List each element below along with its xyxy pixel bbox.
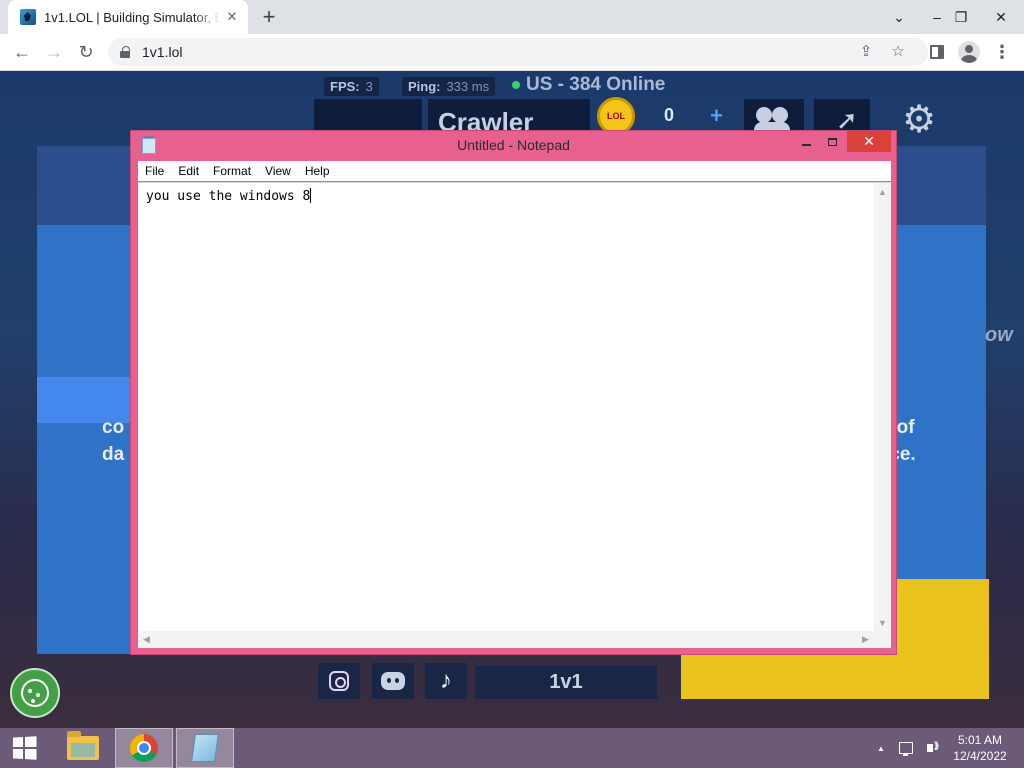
tiktok-button[interactable]: ♪ [425,663,467,699]
social-handle[interactable]: 1v1 [475,666,657,699]
system-clock[interactable]: 5:01 AM 12/4/2022 [944,732,1016,764]
tiktok-icon: ♪ [440,667,452,694]
menu-edit[interactable]: Edit [171,164,206,178]
tab-search-icon[interactable]: ⌄ [882,0,916,34]
modal-italic-text: ow [985,324,1013,346]
volume-button[interactable] [919,728,941,768]
lock-icon[interactable] [120,46,130,58]
browser-tab-active[interactable]: 1v1.LOL | Building Simulator, Battle Roy… [8,0,248,34]
new-tab-button[interactable]: + [256,5,282,31]
back-button[interactable]: ← [8,38,36,66]
notepad-content: you use the windows 8 [146,189,311,204]
profile-button[interactable] [955,38,983,66]
text-caret [310,188,312,203]
tray-expand-icon[interactable]: ▲ [872,728,890,768]
scroll-up-icon[interactable]: ▲ [874,183,891,200]
fps-label: FPS: [330,79,360,94]
modal-text-left-2: da [102,444,125,465]
taskbar-file-explorer[interactable] [54,728,112,768]
instagram-button[interactable] [318,663,360,699]
side-panel-button[interactable] [923,38,951,66]
cookie-settings-button[interactable] [10,668,60,718]
ping-value: 333 ms [446,79,490,94]
start-button[interactable] [0,728,48,768]
browser-menu-icon[interactable]: ⋮ [988,38,1016,66]
network-button[interactable] [897,728,915,768]
chrome-icon [130,734,158,762]
tab-title: 1v1.LOL | Building Simulator, Battle Roy… [44,9,220,25]
maximize-icon [827,137,837,146]
clock-date: 12/4/2022 [953,749,1007,763]
discord-icon [381,672,405,690]
resize-grip-icon[interactable] [874,631,891,648]
notepad-maximize-button[interactable] [819,131,845,152]
modal-text-left-1: co [102,417,125,438]
browser-tab-strip: 1v1.LOL | Building Simulator, Battle Roy… [0,0,1024,34]
volume-icon [927,740,937,752]
browser-toolbar: ← → ↻ 1v1.lol ⇪ ☆ ⋮ [0,34,1024,71]
file-explorer-icon [67,731,99,760]
profile-avatar-icon [958,41,980,63]
menu-format[interactable]: Format [206,164,258,178]
reload-button[interactable]: ↻ [72,38,100,66]
cookie-icon [21,679,49,707]
fps-value: 3 [365,79,373,94]
taskbar-notepad[interactable] [176,728,234,768]
address-bar[interactable]: 1v1.lol [108,38,928,66]
ping-label: Ping: [408,79,441,94]
discord-button[interactable] [372,663,414,699]
server-status: US - 384 Online [512,74,665,96]
server-status-text: US - 384 Online [526,74,666,95]
side-panel-icon [930,45,944,59]
fps-counter: FPS: 3 [324,77,379,96]
notepad-close-button[interactable]: ✕ [847,131,891,152]
settings-gear-icon[interactable]: ⚙ [902,101,936,139]
share-icon[interactable]: ⇪ [857,43,875,61]
notepad-titlebar[interactable]: Untitled - Notepad ✕ [131,131,896,161]
notepad-title: Untitled - Notepad [457,137,570,153]
ping-counter: Ping: 333 ms [402,77,496,96]
scroll-left-icon[interactable]: ◀ [138,631,155,648]
clock-time: 5:01 AM [957,733,1003,747]
taskbar: ▲ 5:01 AM 12/4/2022 [0,728,1024,768]
tab-close-icon[interactable]: ✕ [224,9,240,25]
vertical-scrollbar[interactable]: ▲ ▼ [874,183,891,631]
notepad-text-area[interactable]: you use the windows 8 ▲ ▼ ◀ ▶ [138,182,891,648]
notepad-taskbar-icon [191,734,219,762]
bookmark-star-icon[interactable]: ☆ [889,43,907,61]
url-text[interactable]: 1v1.lol [142,44,182,60]
instagram-icon [329,671,349,691]
minimize-icon [801,143,811,146]
notepad-minimize-button[interactable] [793,131,819,152]
online-dot-icon [512,81,520,89]
notepad-text-line[interactable]: you use the windows 8 [146,188,312,204]
add-coins-button[interactable]: + [710,103,723,129]
notepad-window[interactable]: Untitled - Notepad ✕ File Edit Format Vi… [130,130,897,655]
forward-button[interactable]: → [40,38,68,66]
taskbar-chrome[interactable] [115,728,173,768]
scroll-right-icon[interactable]: ▶ [857,631,874,648]
menu-file[interactable]: File [138,164,171,178]
site-favicon-icon [20,9,36,25]
window-restore-button[interactable]: ❐ [944,0,978,34]
menu-help[interactable]: Help [298,164,337,178]
coin-count: 0 [664,105,675,125]
menu-view[interactable]: View [258,164,298,178]
friends-icon [754,105,790,134]
network-icon [899,742,913,756]
scroll-down-icon[interactable]: ▼ [874,614,891,631]
horizontal-scrollbar[interactable]: ◀ ▶ [138,631,874,648]
window-close-button[interactable]: ✕ [984,0,1018,34]
notepad-menubar: File Edit Format View Help [138,161,891,181]
windows-logo-icon [12,736,37,760]
